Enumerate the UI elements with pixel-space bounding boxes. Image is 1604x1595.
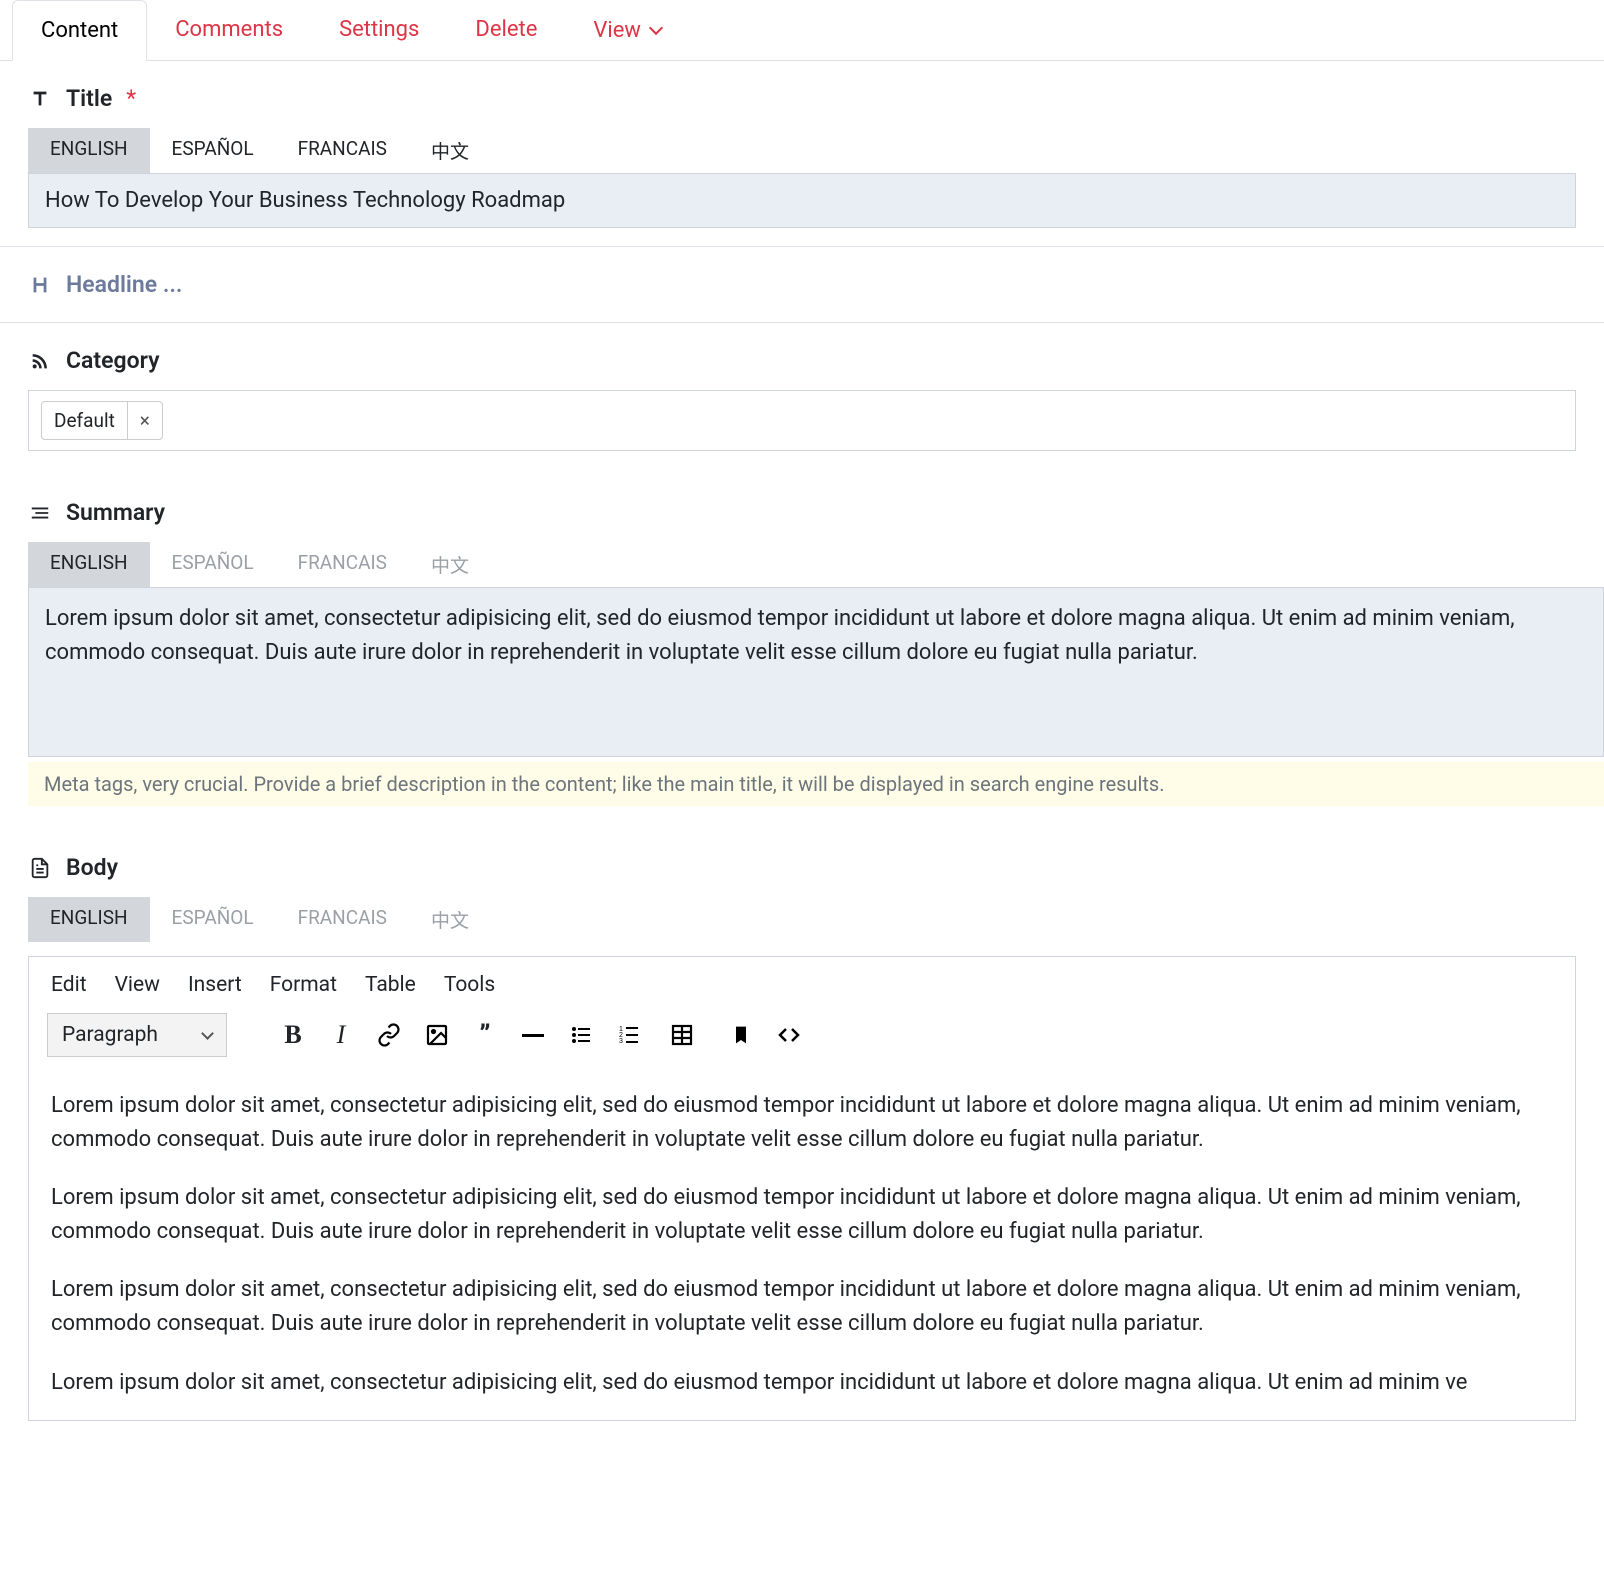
title-lang-fr[interactable]: FRANCAIS [276,128,409,173]
chevron-down-icon [649,20,663,34]
body-paragraph: Lorem ipsum dolor sit amet, consectetur … [51,1181,1553,1249]
italic-icon: I [337,1020,346,1050]
summary-icon [28,501,52,525]
editor-content[interactable]: Lorem ipsum dolor sit amet, consectetur … [29,1069,1575,1420]
editor-toolbar: Paragraph B I ” 123 [29,1005,1575,1069]
code-icon [777,1023,801,1047]
summary-lang-zh[interactable]: 中文 [409,542,491,587]
menu-table[interactable]: Table [365,973,416,997]
link-icon [377,1023,401,1047]
category-input[interactable]: Default × [28,390,1576,451]
main-tabs: Content Comments Settings Delete View [0,0,1604,61]
bullet-list-icon [569,1023,593,1047]
category-tag: Default × [41,401,163,440]
summary-section: Summary ENGLISH ESPAÑOL FRANCAIS 中文 Meta… [0,475,1604,806]
category-label-text: Category [66,347,160,374]
summary-lang-en[interactable]: ENGLISH [28,542,150,587]
table-icon [670,1023,694,1047]
body-lang-tabs: ENGLISH ESPAÑOL FRANCAIS 中文 [28,897,1576,942]
title-label-text: Title [66,85,112,112]
body-icon [28,856,52,880]
category-tag-remove[interactable]: × [127,402,162,439]
summary-label-text: Summary [66,499,165,526]
bold-icon: B [284,1020,301,1050]
table-button[interactable] [657,1015,713,1055]
body-paragraph: Lorem ipsum dolor sit amet, consectetur … [51,1366,1553,1400]
summary-lang-tabs: ENGLISH ESPAÑOL FRANCAIS 中文 [28,542,1604,587]
bold-button[interactable]: B [273,1015,313,1055]
tab-delete[interactable]: Delete [447,0,565,60]
category-tag-text: Default [42,402,127,439]
body-paragraph: Lorem ipsum dolor sit amet, consectetur … [51,1089,1553,1157]
link-button[interactable] [369,1015,409,1055]
hr-icon [522,1034,544,1037]
summary-lang-es[interactable]: ESPAÑOL [150,542,276,587]
menu-format[interactable]: Format [270,973,337,997]
bookmark-button[interactable] [721,1015,761,1055]
title-icon [28,87,52,111]
category-icon [28,349,52,373]
summary-hint: Meta tags, very crucial. Provide a brief… [28,762,1604,806]
numbered-list-icon: 123 [617,1023,641,1047]
required-indicator: * [126,85,136,112]
menu-edit[interactable]: Edit [51,973,87,997]
bookmark-icon [731,1025,751,1045]
format-dropdown[interactable]: Paragraph [47,1013,227,1057]
image-button[interactable] [417,1015,457,1055]
body-label-text: Body [66,854,118,881]
blockquote-button[interactable]: ” [465,1015,505,1055]
italic-button[interactable]: I [321,1015,361,1055]
menu-insert[interactable]: Insert [188,973,242,997]
summary-label: Summary [28,499,1604,526]
body-label: Body [28,854,1576,881]
tab-content[interactable]: Content [12,0,147,61]
tab-comments[interactable]: Comments [147,0,311,60]
title-input[interactable] [28,173,1576,228]
tab-view-label: View [593,18,641,43]
headline-section[interactable]: Headline ... [0,247,1604,323]
code-button[interactable] [769,1015,809,1055]
headline-label-text: Headline ... [66,271,182,298]
format-dropdown-label: Paragraph [62,1023,158,1047]
body-lang-zh[interactable]: 中文 [409,897,491,942]
summary-lang-fr[interactable]: FRANCAIS [276,542,409,587]
title-label: Title * [28,85,1576,112]
title-section: Title * ENGLISH ESPAÑOL FRANCAIS 中文 [0,61,1604,247]
bullet-list-button[interactable] [561,1015,601,1055]
body-lang-fr[interactable]: FRANCAIS [276,897,409,942]
title-lang-es[interactable]: ESPAÑOL [150,128,276,173]
category-section: Category Default × [0,323,1604,451]
body-section: Body ENGLISH ESPAÑOL FRANCAIS 中文 Edit Vi… [0,830,1604,1421]
title-lang-zh[interactable]: 中文 [409,128,491,173]
numbered-list-button[interactable]: 123 [609,1015,649,1055]
tab-settings[interactable]: Settings [311,0,447,60]
hr-button[interactable] [513,1015,553,1055]
summary-textarea[interactable] [28,587,1604,757]
body-paragraph: Lorem ipsum dolor sit amet, consectetur … [51,1273,1553,1341]
body-lang-en[interactable]: ENGLISH [28,897,150,942]
title-lang-tabs: ENGLISH ESPAÑOL FRANCAIS 中文 [28,128,1576,173]
category-label: Category [28,347,1576,374]
image-icon [425,1023,449,1047]
quote-icon: ” [479,1020,490,1050]
rich-editor: Edit View Insert Format Table Tools Para… [28,956,1576,1421]
menu-tools[interactable]: Tools [444,973,495,997]
tab-view[interactable]: View [565,0,689,60]
heading-icon [28,273,52,297]
editor-menu: Edit View Insert Format Table Tools [29,957,1575,1005]
menu-view[interactable]: View [115,973,160,997]
chevron-down-icon [201,1027,214,1040]
title-lang-en[interactable]: ENGLISH [28,128,150,173]
body-lang-es[interactable]: ESPAÑOL [150,897,276,942]
svg-text:3: 3 [619,1038,623,1045]
